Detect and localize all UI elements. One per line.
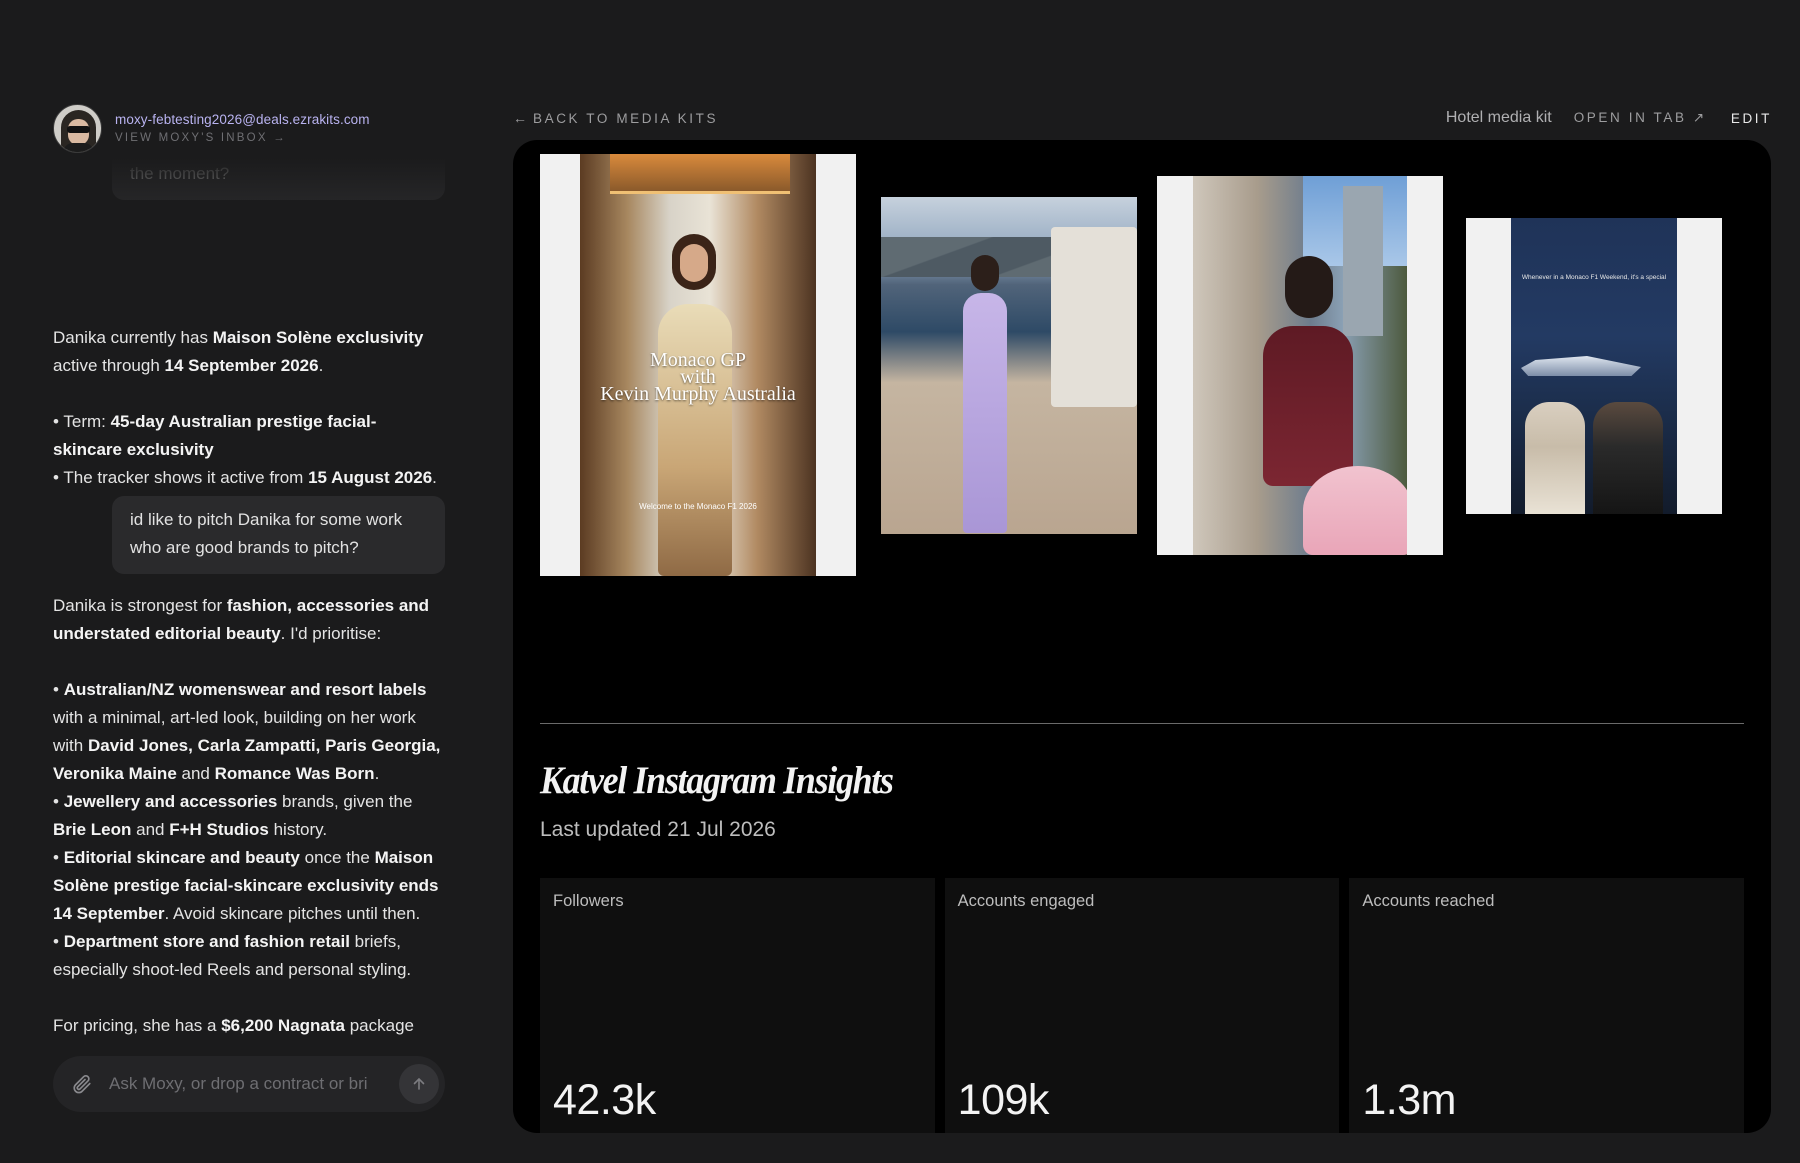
chat-sidebar: moxy-febtesting2026@deals.ezrakits.com V…: [53, 100, 445, 1140]
photo-yacht-deck: [881, 197, 1137, 534]
divider: [540, 723, 1744, 724]
stats-row: Followers 42.3k Accounts engaged 109k Ac…: [540, 878, 1745, 1133]
stat-label: Accounts engaged: [957, 892, 1095, 910]
media-tile[interactable]: Whenever in a Monaco F1 Weekend, it's a …: [1466, 218, 1722, 514]
stat-card-accounts-reached: Accounts reached 1.3m: [1349, 878, 1745, 1133]
agent-header: moxy-febtesting2026@deals.ezrakits.com V…: [53, 104, 370, 153]
main-topbar: ← BACK TO MEDIA KITS Hotel media kit OPE…: [513, 108, 1772, 128]
chat-composer: [53, 1056, 445, 1112]
rich-text: • Department store and fashion retail br…: [53, 932, 412, 979]
agent-email: moxy-febtesting2026@deals.ezrakits.com: [115, 112, 370, 127]
rich-text: • Editorial skincare and beauty once the…: [53, 848, 439, 923]
insights-title: Katvel Instagram Insights: [540, 759, 894, 802]
view-inbox-link[interactable]: VIEW MOXY'S INBOX →: [115, 130, 370, 146]
media-tile[interactable]: [1157, 176, 1443, 555]
chat-input[interactable]: [109, 1074, 399, 1094]
avatar[interactable]: [53, 104, 102, 153]
last-updated: Last updated 21 Jul 2026: [540, 818, 776, 841]
rich-text: • Jewellery and accessories brands, give…: [53, 792, 413, 839]
rich-text: Danika currently has Maison Solène exclu…: [53, 328, 424, 375]
media-tile[interactable]: Monaco GP with Kevin Murphy Australia We…: [540, 154, 856, 576]
user-message-partial: the moment?: [112, 158, 445, 200]
photo-night-yacht: Whenever in a Monaco F1 Weekend, it's a …: [1511, 218, 1677, 514]
edit-button[interactable]: EDIT: [1731, 111, 1772, 126]
assistant-message: Danika is strongest for fashion, accesso…: [53, 592, 445, 1038]
rich-text: • Term: 45-day Australian prestige facia…: [53, 412, 377, 459]
paperclip-icon[interactable]: [71, 1073, 93, 1095]
stat-label: Followers: [553, 892, 624, 910]
back-to-media-kits-link[interactable]: ← BACK TO MEDIA KITS: [513, 110, 718, 126]
rich-text: • The tracker shows it active from 15 Au…: [53, 468, 437, 487]
stat-card-accounts-engaged: Accounts engaged 109k: [944, 878, 1340, 1133]
photo-overlay-text: Whenever in a Monaco F1 Weekend, it's a …: [1521, 274, 1667, 281]
back-label: BACK TO MEDIA KITS: [533, 110, 719, 126]
assistant-message: Danika currently has Maison Solène exclu…: [53, 324, 445, 492]
arrow-left-icon: ←: [513, 110, 527, 126]
photo-subcaption: Welcome to the Monaco F1 2026: [639, 502, 757, 511]
stat-value: 1.3m: [1362, 1076, 1456, 1124]
photo-caption: Monaco GP with Kevin Murphy Australia: [600, 349, 796, 405]
photo-yacht-interior: Monaco GP with Kevin Murphy Australia We…: [580, 154, 816, 576]
arrow-up-icon: [413, 1077, 425, 1090]
rich-text: Danika is strongest for fashion, accesso…: [53, 596, 430, 643]
rich-text: • Australian/NZ womenswear and resort la…: [53, 680, 441, 783]
rich-text: For pricing, she has a $6,200 Nagnata pa…: [53, 1016, 414, 1035]
stat-label: Accounts reached: [1362, 892, 1495, 910]
send-button[interactable]: [399, 1064, 439, 1104]
photo-city-cafe: [1193, 176, 1407, 555]
stat-value: 109k: [957, 1076, 1050, 1124]
media-kit-preview: Monaco GP with Kevin Murphy Australia We…: [513, 140, 1771, 1133]
stat-card-followers: Followers 42.3k: [540, 878, 935, 1133]
user-message: id like to pitch Danika for some work wh…: [112, 496, 445, 574]
stat-value: 42.3k: [553, 1076, 656, 1124]
chat-thread[interactable]: the moment? Danika currently has Maison …: [53, 158, 445, 1038]
open-in-tab-link[interactable]: OPEN IN TAB ↗: [1574, 110, 1707, 126]
media-tile[interactable]: [881, 197, 1137, 534]
media-kit-type: Hotel media kit: [1445, 109, 1552, 126]
